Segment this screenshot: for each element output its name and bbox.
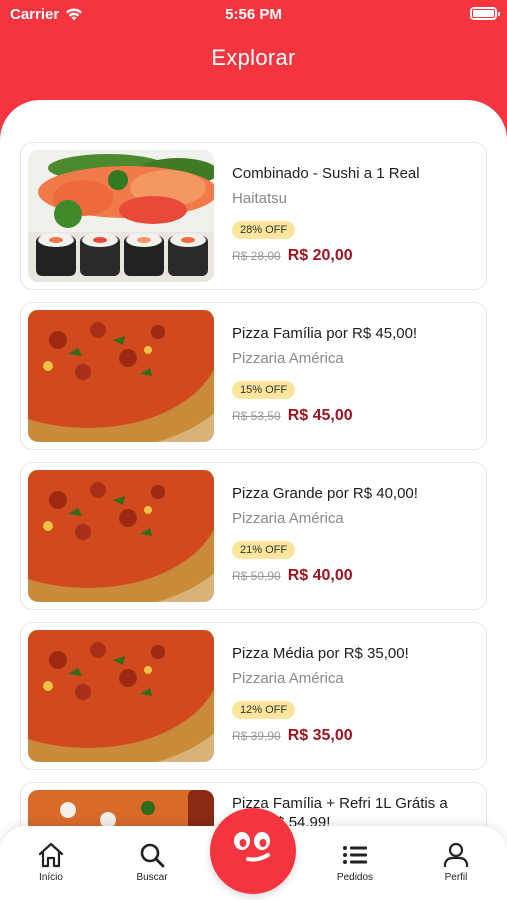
old-price: R$ 39,90	[232, 729, 281, 743]
offer-card[interactable]: Pizza Grande por R$ 40,00! Pizzaria Amér…	[20, 462, 487, 610]
discount-badge: 15% OFF	[232, 381, 296, 399]
offer-title: Pizza Família por R$ 45,00!	[232, 325, 418, 342]
discount-badge: 12% OFF	[232, 701, 296, 719]
offer-card[interactable]: Combinado - Sushi a 1 Real Haitatsu 28% …	[20, 142, 487, 290]
new-price: R$ 35,00	[287, 727, 353, 744]
tab-buscar[interactable]: Buscar	[112, 842, 192, 883]
offer-store: Pizzaria América	[232, 670, 344, 687]
offer-list: Combinado - Sushi a 1 Real Haitatsu 28% …	[0, 100, 507, 900]
offer-title: Pizza Grande por R$ 40,00!	[232, 485, 418, 502]
battery-icon	[470, 7, 500, 20]
mascot-face-icon	[234, 832, 270, 862]
tab-label: Buscar	[136, 872, 168, 883]
tab-pedidos[interactable]: Pedidos	[315, 842, 395, 883]
new-price: R$ 40,00	[287, 567, 353, 584]
offer-card[interactable]: Pizza Média por R$ 35,00! Pizzaria Améri…	[20, 622, 487, 770]
clock: 5:56 PM	[225, 6, 282, 23]
offer-store: Haitatsu	[232, 190, 288, 207]
page-title: Explorar	[211, 45, 296, 70]
user-icon	[443, 842, 469, 867]
old-price: R$ 50,90	[232, 569, 281, 583]
tab-label: Início	[39, 872, 63, 883]
discount-badge: 21% OFF	[232, 541, 296, 559]
tab-label: Perfil	[444, 872, 468, 883]
tab-perfil[interactable]: Perfil	[416, 842, 496, 883]
offer-card[interactable]: Pizza Família por R$ 45,00! Pizzaria Amé…	[20, 302, 487, 450]
discount-badge: 28% OFF	[232, 221, 296, 239]
offer-store: Pizzaria América	[232, 350, 344, 367]
tab-inicio[interactable]: Início	[11, 842, 91, 883]
offer-image-pizza	[28, 310, 214, 442]
list-icon	[343, 846, 367, 864]
offer-image-pizza	[28, 470, 214, 602]
tab-label: Pedidos	[336, 872, 374, 883]
new-price: R$ 45,00	[287, 407, 353, 424]
center-action-button[interactable]	[210, 808, 296, 894]
offer-title: Combinado - Sushi a 1 Real	[232, 165, 420, 182]
old-price: R$ 28,00	[232, 249, 281, 263]
offer-image-pizza	[28, 630, 214, 762]
home-icon	[38, 842, 64, 868]
search-icon	[140, 843, 165, 868]
offer-title: Pizza Média por R$ 35,00!	[232, 645, 409, 662]
status-bar: Carrier 5:56 PM	[0, 0, 507, 30]
old-price: R$ 53,50	[232, 409, 281, 423]
new-price: R$ 20,00	[287, 247, 353, 264]
offer-store: Pizzaria América	[232, 510, 344, 527]
offer-image-sushi	[28, 150, 214, 282]
